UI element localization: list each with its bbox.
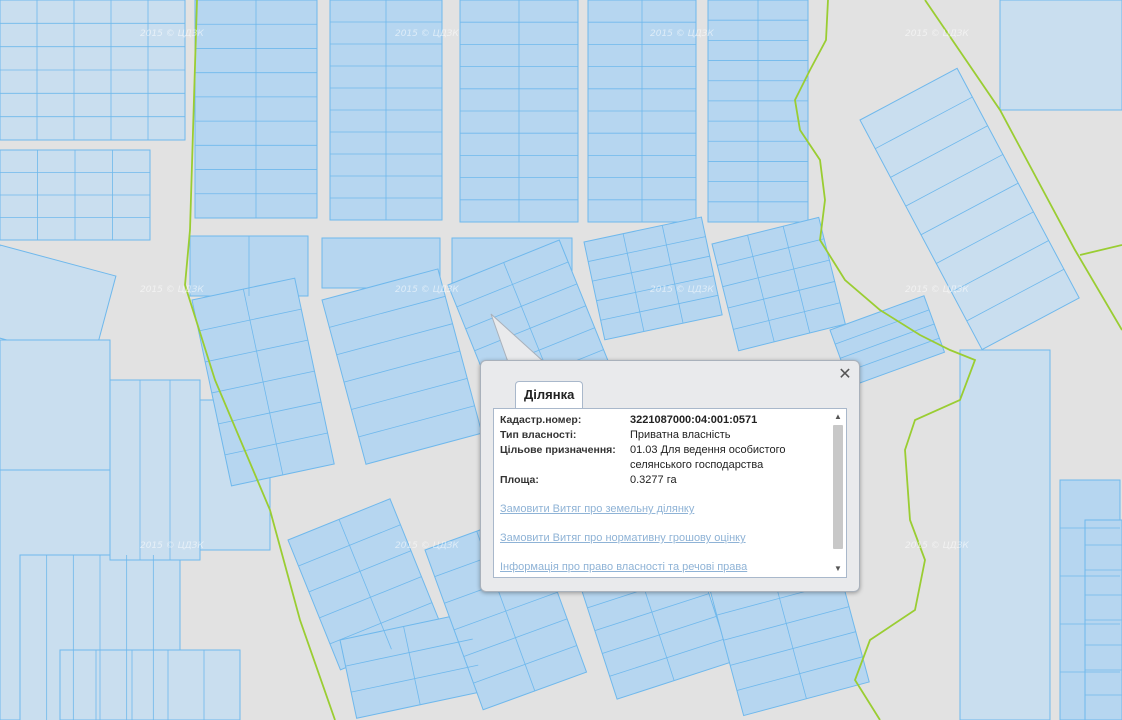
popup-tail [490,313,546,364]
cadastral-number: 3221087000:04:001:0571 [630,414,758,426]
scroll-thumb[interactable] [833,425,843,549]
field-row-area: Площа: 0.3277 га [500,473,826,488]
scroll-up-icon[interactable]: ▲ [832,411,844,423]
ownership-type: Приватна власність [630,429,731,441]
scroll-down-icon[interactable]: ▼ [832,563,844,575]
info-panel: Кадастр.номер: 3221087000:04:001:0571 Ти… [493,408,847,578]
land-purpose: 01.03 Для ведення особистого селянського… [630,444,786,471]
map-watermark: 2015 © ЦДЗК [905,285,969,295]
close-icon[interactable]: ✕ [837,366,853,382]
map-watermark: 2015 © ЦДЗК [395,541,459,551]
field-label: Кадастр.номер: [500,414,582,426]
map-watermark: 2015 © ЦДЗК [905,541,969,551]
map-watermark: 2015 © ЦДЗК [650,29,714,39]
ownership-rights-info-link[interactable]: Інформація про право власності та речові… [500,560,826,575]
field-label: Тип власності: [500,429,577,441]
map-watermark: 2015 © ЦДЗК [905,29,969,39]
order-valuation-extract-link[interactable]: Замовити Витяг про нормативну грошову оц… [500,531,826,546]
parcel-info-popup: ✕ Ділянка Кадастр.номер: 3221087000:04:0… [480,360,860,592]
parcel-details: Кадастр.номер: 3221087000:04:001:0571 Ти… [500,413,826,575]
map-watermark: 2015 © ЦДЗК [395,29,459,39]
map-watermark: 2015 © ЦДЗК [140,285,204,295]
map-watermark: 2015 © ЦДЗК [395,285,459,295]
order-parcel-extract-link[interactable]: Замовити Витяг про земельну ділянку [500,502,826,517]
field-row-ownership: Тип власності: Приватна власність [500,428,826,443]
field-label: Площа: [500,474,539,486]
map-watermark: 2015 © ЦДЗК [140,29,204,39]
field-row-cadastral: Кадастр.номер: 3221087000:04:001:0571 [500,413,826,428]
field-row-purpose: Цільове призначення: 01.03 Для ведення о… [500,443,826,473]
parcel-area: 0.3277 га [630,474,677,486]
map-watermark: 2015 © ЦДЗК [650,285,714,295]
field-label: Цільове призначення: [500,444,616,456]
map-watermark: 2015 © ЦДЗК [140,541,204,551]
scrollbar[interactable]: ▲ ▼ [832,411,844,575]
tab-parcel[interactable]: Ділянка [515,381,584,408]
